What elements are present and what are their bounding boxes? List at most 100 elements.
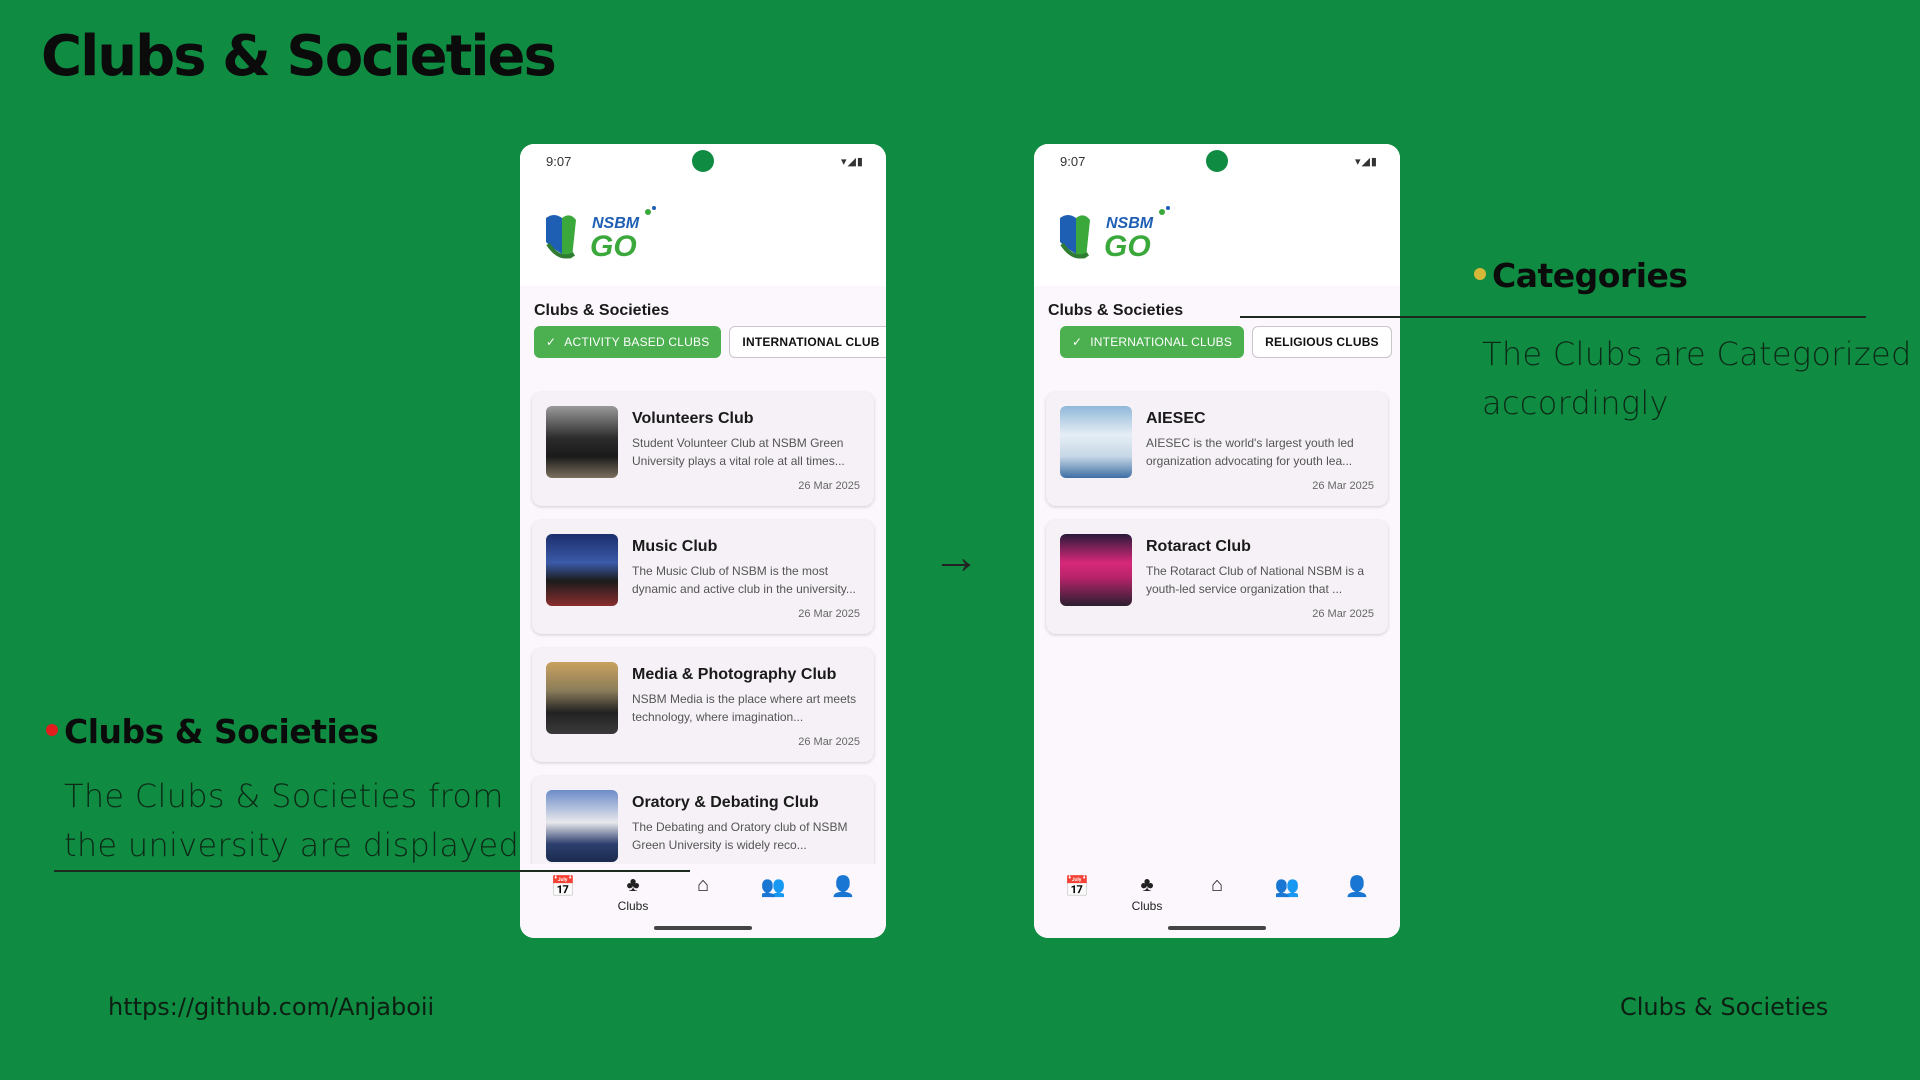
club-date: 26 Mar 2025 [798,608,860,620]
club-title: AIESEC [1146,410,1206,427]
club-title: Media & Photography Club [632,666,837,683]
account-glyph: 👤 [830,876,856,898]
home-glyph: ⌂ [696,874,710,896]
club-description: NSBM Media is the place where art meets … [632,692,857,724]
groups-icon[interactable]: 👥 [1262,874,1312,899]
club-thumbnail [546,406,618,478]
club-thumbnail [546,662,618,734]
calendar-glyph: 📅 [1064,876,1090,898]
categories-annotation-title: Categories [1474,256,1688,295]
home-icon[interactable]: ⌂ [678,874,728,897]
club-date: 26 Mar 2025 [1312,480,1374,492]
chip-international-clubs[interactable]: ✓ INTERNATIONAL CLUBS [1060,326,1245,358]
calendar-icon[interactable]: 📅 [538,874,588,899]
chip-religious-clubs[interactable]: RELIGIOUS CLUBS [1252,326,1392,358]
status-bar: 9:07 ▾◢▮ [1034,144,1400,178]
yellow-dot-icon [1474,267,1486,280]
club-card-aiesec[interactable]: AIESEC AIESEC is the world's largest you… [1046,392,1388,506]
nav-label-clubs: Clubs [1131,899,1163,913]
clubs-glyph: ♣ [626,874,640,896]
chip-activity-based-clubs[interactable]: ✓ ACTIVITY BASED CLUBS [534,326,722,358]
club-title: Oratory & Debating Club [632,794,819,811]
home-icon[interactable]: ⌂ [1192,874,1242,897]
club-description: The Music Club of NSBM is the most dynam… [632,564,856,596]
check-icon: ✓ [546,335,557,349]
groups-icon[interactable]: 👥 [748,874,798,899]
gesture-handle[interactable] [654,926,752,930]
groups-glyph: 👥 [760,876,786,898]
footer-section-label: Clubs & Societies [1620,993,1829,1021]
club-thumbnail [1060,534,1132,606]
clubs-glyph: ♣ [1140,874,1154,896]
slide-title: Clubs & Societies [41,24,557,89]
club-date: 26 Mar 2025 [798,480,860,492]
club-thumbnail [546,790,618,862]
status-icons: ▾◢▮ [1354,155,1378,168]
status-icons: ▾◢▮ [840,155,864,168]
app-header: NSBM GO [1034,178,1400,286]
club-list: Volunteers Club Student Volunteer Club a… [520,392,886,890]
club-description: Student Volunteer Club at NSBM Green Uni… [632,436,845,468]
club-description: AIESEC is the world's largest youth led … [1146,436,1354,468]
camera-cutout [692,150,714,172]
chip-label: ACTIVITY BASED CLUBS [564,335,710,349]
account-icon[interactable]: 👤 [1332,874,1382,899]
status-time: 9:07 [546,153,572,169]
phone-screen-international-clubs: 9:07 ▾◢▮ NSBM GO Clubs & Societies ✓ INT… [1034,144,1400,938]
github-link[interactable]: https://github.com/Anjaboii [108,993,434,1021]
section-title: Clubs & Societies [1048,302,1184,319]
svg-text:GO: GO [1104,230,1151,263]
club-card-music[interactable]: Music Club The Music Club of NSBM is the… [532,520,874,634]
club-title: Music Club [632,538,718,555]
categories-title-text: Categories [1492,256,1688,295]
category-chips: ✓ ACTIVITY BASED CLUBS INTERNATIONAL CLU… [520,326,886,360]
status-bar: 9:07 ▾◢▮ [520,144,886,178]
clubs-text-line1: The Clubs & Societies from [64,777,504,815]
club-thumbnail [546,534,618,606]
clubs-annotation-text: The Clubs & Societies from the universit… [64,772,519,870]
nsbm-go-logo: NSBM GO [546,206,656,263]
bottom-navigation: 📅 ♣ Clubs ⌂ 👥 👤 [520,864,886,938]
club-card-rotaract[interactable]: Rotaract Club The Rotaract Club of Natio… [1046,520,1388,634]
categories-annotation-text: The Clubs are Categorized accordingly [1482,330,1912,428]
club-title: Volunteers Club [632,410,754,427]
svg-text:GO: GO [590,230,637,263]
clubs-annotation-title: Clubs & Societies [46,712,379,751]
club-title: Rotaract Club [1146,538,1251,555]
chip-label: RELIGIOUS CLUBS [1265,335,1379,349]
chip-label: INTERNATIONAL CLUBS [1090,335,1233,349]
club-description: The Debating and Oratory club of NSBM Gr… [632,820,848,852]
club-card-volunteers[interactable]: Volunteers Club Student Volunteer Club a… [532,392,874,506]
category-chips: ✓ INTERNATIONAL CLUBS RELIGIOUS CLUBS [1034,326,1400,360]
status-time: 9:07 [1060,153,1086,169]
chip-international-club[interactable]: INTERNATIONAL CLUB [729,326,886,358]
bottom-navigation: 📅 ♣ Clubs ⌂ 👥 👤 [1034,864,1400,938]
app-header: NSBM GO [520,178,886,286]
club-thumbnail [1060,406,1132,478]
nav-label-clubs: Clubs [617,899,649,913]
clubs-text-line2: the university are displayed [64,826,520,864]
red-dot-icon [46,723,58,736]
calendar-icon[interactable]: 📅 [1052,874,1102,899]
account-icon[interactable]: 👤 [818,874,868,899]
home-glyph: ⌂ [1210,874,1224,896]
clubs-icon[interactable]: ♣ Clubs [608,874,658,913]
club-card-media-photography[interactable]: Media & Photography Club NSBM Media is t… [532,648,874,762]
clubs-leader-line [54,870,690,872]
chip-label: INTERNATIONAL CLUB [742,335,880,349]
calendar-glyph: 📅 [550,876,576,898]
phone-screen-activity-clubs: 9:07 ▾◢▮ NSBM GO Clubs & Societies ✓ ACT… [520,144,886,938]
section-title: Clubs & Societies [534,302,670,319]
gesture-handle[interactable] [1168,926,1266,930]
categories-text-line1: The Clubs are Categorized [1482,335,1912,373]
arrow-icon: → [932,531,980,584]
club-date: 26 Mar 2025 [798,736,860,748]
camera-cutout [1206,150,1228,172]
account-glyph: 👤 [1344,876,1370,898]
check-icon: ✓ [1072,335,1083,349]
categories-leader-line [1240,316,1866,318]
clubs-icon[interactable]: ♣ Clubs [1122,874,1172,913]
clubs-title-text: Clubs & Societies [64,712,379,751]
nsbm-go-logo: NSBM GO [1060,206,1170,263]
categories-text-line2: accordingly [1482,384,1669,422]
